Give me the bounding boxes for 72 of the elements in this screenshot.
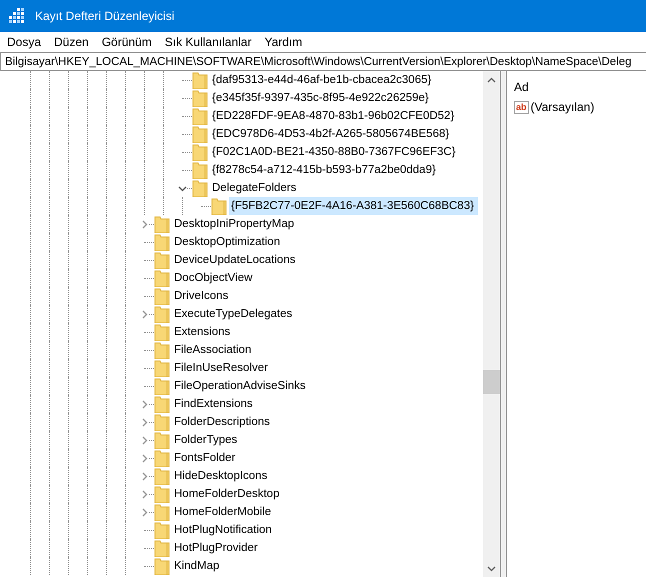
tree-item[interactable]: HideDesktopIcons [172,467,270,485]
tree-item[interactable]: KindMap [172,557,222,575]
tree-item[interactable]: {F02C1A0D-BE21-4350-88B0-7367FC96EF3C} [210,143,458,161]
tree-item[interactable]: HotPlugProvider [172,539,260,557]
folder-icon [192,143,208,161]
scrollbar[interactable] [483,71,500,577]
scroll-thumb[interactable] [483,370,500,394]
folder-icon [192,179,208,197]
menu-item[interactable]: Düzen [49,35,97,49]
folder-icon [154,287,170,305]
tree-item[interactable]: DesktopOptimization [172,233,282,251]
tree-item[interactable]: HotPlugNotification [172,521,274,539]
folder-icon [192,71,208,89]
folder-icon [154,251,170,269]
tree-item[interactable]: FileInUseResolver [172,359,270,377]
menu-item[interactable]: Yardım [259,35,310,49]
tree-item[interactable]: FolderDescriptions [172,413,272,431]
scroll-up-icon[interactable] [487,76,496,82]
folder-icon [154,485,170,503]
tree-item[interactable]: ExecuteTypeDelegates [172,305,294,323]
scroll-down-icon[interactable] [487,566,496,572]
menu-item[interactable]: Sık Kullanılanlar [160,35,260,49]
folder-icon [192,107,208,125]
folder-icon [192,125,208,143]
column-header[interactable]: Ad [514,80,529,94]
tree-item[interactable]: {e345f35f-9397-435c-8f95-4e922c26259e} [210,89,431,107]
tree-item[interactable]: FileAssociation [172,341,254,359]
window-title: Kayıt Defteri Düzenleyicisi [35,9,174,23]
folder-icon [154,557,170,575]
folder-icon [154,449,170,467]
folder-icon [154,323,170,341]
tree-item[interactable]: DeviceUpdateLocations [172,251,298,269]
tree-item[interactable]: {daf95313-e44d-46af-be1b-cbacea2c3065} [210,71,434,89]
menu-item[interactable]: Dosya [2,35,50,49]
tree-item[interactable]: {ED228FDF-9EA8-4870-83b1-96b02CFE0D52} [210,107,456,125]
menu-item[interactable]: Görünüm [96,35,160,49]
folder-icon [192,161,208,179]
folder-icon [154,359,170,377]
folder-icon [154,215,170,233]
tree-item[interactable]: FileOperationAdviseSinks [172,377,308,395]
tree-item[interactable]: {f8278c54-a712-415b-b593-b77a2be0dda9} [210,161,438,179]
folder-icon [154,305,170,323]
tree-item[interactable]: HomeFolderMobile [172,503,274,521]
folder-icon [154,395,170,413]
folder-icon [154,503,170,521]
value-name[interactable]: (Varsayılan) [530,100,594,114]
folder-icon [154,413,170,431]
address-field[interactable]: Bilgisayar\HKEY_LOCAL_MACHINE\SOFTWARE\Microsoft\Windows\CurrentVersion\Explorer\Desktop\NameSpace\Deleg [0,52,646,71]
folder-icon [154,377,170,395]
folder-icon [154,521,170,539]
folder-icon [192,89,208,107]
folder-icon [154,431,170,449]
folder-icon [154,539,170,557]
registry-grid-icon [9,8,25,24]
tree-item[interactable]: DelegateFolders [210,179,298,197]
folder-icon [154,233,170,251]
tree-item[interactable]: {EDC978D6-4D53-4b2f-A265-5805674BE568} [210,125,452,143]
tree-item[interactable]: DriveIcons [172,287,230,305]
tree-item[interactable]: {F5FB2C77-0E2F-4A16-A381-3E560C68BC83} [229,197,478,215]
folder-icon [154,341,170,359]
folder-icon [154,467,170,485]
tree-item[interactable]: FindExtensions [172,395,255,413]
pane-splitter[interactable] [500,71,507,577]
string-value-icon: ab [514,100,529,114]
tree-item[interactable]: DocObjectView [172,269,254,287]
tree-item[interactable]: FontsFolder [172,449,238,467]
folder-icon [211,197,227,215]
folder-icon [154,269,170,287]
tree-item[interactable]: FolderTypes [172,431,240,449]
tree-item[interactable]: HomeFolderDesktop [172,485,282,503]
tree-item[interactable]: DesktopIniPropertyMap [172,215,296,233]
tree-item[interactable]: Extensions [172,323,232,341]
